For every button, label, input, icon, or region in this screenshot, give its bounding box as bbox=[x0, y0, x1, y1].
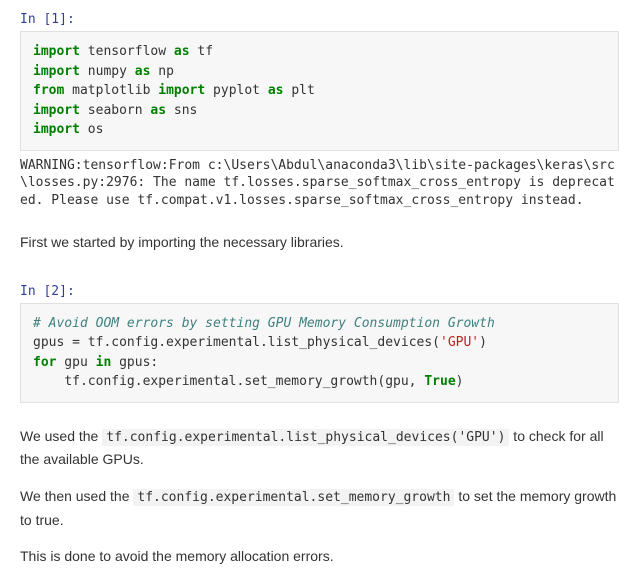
module-name: os bbox=[88, 122, 104, 137]
call: tf.config.experimental.list_physical_dev… bbox=[80, 335, 440, 350]
operator: = bbox=[72, 335, 80, 350]
keyword-for: for bbox=[33, 355, 56, 370]
markdown-text: We used the bbox=[20, 428, 102, 444]
bool-literal: True bbox=[424, 374, 455, 389]
keyword-import: import bbox=[33, 122, 80, 137]
input-prompt-2: In [2]: bbox=[20, 284, 619, 299]
keyword-import: import bbox=[158, 83, 205, 98]
variable: gpus bbox=[33, 335, 72, 350]
module-name: matplotlib bbox=[72, 83, 150, 98]
alias: np bbox=[158, 64, 174, 79]
alias: sns bbox=[174, 103, 197, 118]
cell-output-1: WARNING:tensorflow:From c:\Users\Abdul\a… bbox=[20, 157, 619, 210]
keyword-as: as bbox=[135, 64, 151, 79]
code-input-2[interactable]: # Avoid OOM errors by setting GPU Memory… bbox=[20, 303, 619, 403]
code-cell-1: In [1]: import tensorflow as tf import n… bbox=[0, 0, 639, 213]
paren: ) bbox=[456, 374, 464, 389]
keyword-as: as bbox=[150, 103, 166, 118]
code-input-1[interactable]: import tensorflow as tf import numpy as … bbox=[20, 31, 619, 151]
module-name: seaborn bbox=[88, 103, 143, 118]
alias: tf bbox=[197, 44, 213, 59]
keyword-as: as bbox=[268, 83, 284, 98]
module-name: numpy bbox=[88, 64, 127, 79]
inline-code: tf.config.experimental.list_physical_dev… bbox=[102, 429, 509, 446]
markdown-paragraph: We then used the tf.config.experimental.… bbox=[20, 485, 619, 531]
module-name: tensorflow bbox=[88, 44, 166, 59]
loop-var: gpu bbox=[56, 355, 95, 370]
keyword-from: from bbox=[33, 83, 64, 98]
keyword-in: in bbox=[96, 355, 112, 370]
markdown-paragraph: We used the tf.config.experimental.list_… bbox=[20, 425, 619, 471]
call: tf.config.experimental.set_memory_growth… bbox=[64, 374, 424, 389]
markdown-cell-2: We used the tf.config.experimental.list_… bbox=[0, 407, 639, 585]
markdown-text: First we started by importing the necess… bbox=[20, 231, 619, 253]
object-name: pyplot bbox=[213, 83, 260, 98]
keyword-import: import bbox=[33, 64, 80, 79]
inline-code: tf.config.experimental.set_memory_growth bbox=[133, 489, 454, 506]
alias: plt bbox=[291, 83, 314, 98]
markdown-cell-1: First we started by importing the necess… bbox=[0, 213, 639, 271]
paren: ) bbox=[479, 335, 487, 350]
string-literal: 'GPU' bbox=[440, 335, 479, 350]
markdown-paragraph: This is done to avoid the memory allocat… bbox=[20, 545, 619, 567]
input-prompt-1: In [1]: bbox=[20, 12, 619, 27]
keyword-import: import bbox=[33, 103, 80, 118]
markdown-text: We then used the bbox=[20, 488, 133, 504]
code-cell-2: In [2]: # Avoid OOM errors by setting GP… bbox=[0, 272, 639, 407]
keyword-import: import bbox=[33, 44, 80, 59]
keyword-as: as bbox=[174, 44, 190, 59]
indent bbox=[33, 374, 64, 389]
code-comment: # Avoid OOM errors by setting GPU Memory… bbox=[33, 316, 495, 331]
iterable: gpus: bbox=[111, 355, 158, 370]
